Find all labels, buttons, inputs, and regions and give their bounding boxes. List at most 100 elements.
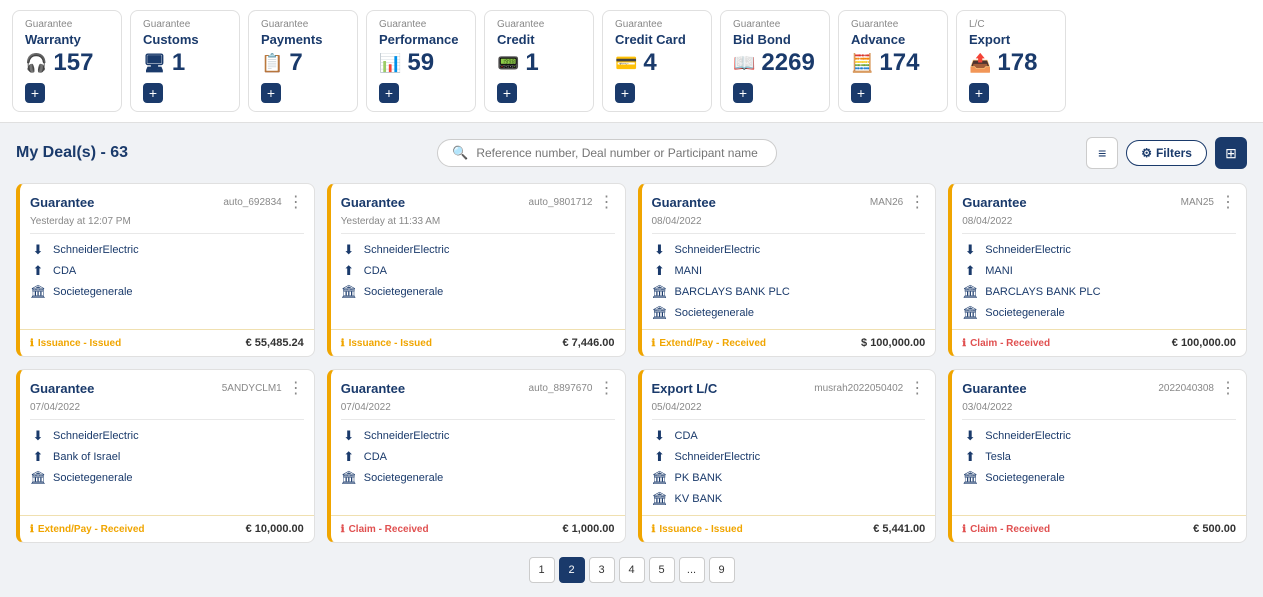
deal-options-button[interactable]: ⋮ bbox=[288, 378, 304, 398]
top-card-customs[interactable]: Guarantee Customs 🖥 1 + bbox=[130, 10, 240, 112]
add-card-button[interactable]: + bbox=[379, 83, 399, 103]
party-icon: ⬆ bbox=[962, 449, 978, 465]
party-row: 🏛 KV BANK bbox=[652, 491, 926, 507]
deal-options-button[interactable]: ⋮ bbox=[1220, 378, 1236, 398]
page-button-9[interactable]: 9 bbox=[709, 557, 735, 583]
top-card-export[interactable]: L/C Export 📤 178 + bbox=[956, 10, 1066, 112]
deal-status: ℹ Issuance - Issued bbox=[652, 524, 743, 535]
status-label: Issuance - Issued bbox=[349, 338, 432, 349]
add-card-button[interactable]: + bbox=[261, 83, 281, 103]
add-card-button[interactable]: + bbox=[733, 83, 753, 103]
party-name: SchneiderElectric bbox=[364, 244, 450, 256]
top-card-performance[interactable]: Guarantee Performance 📊 59 + bbox=[366, 10, 476, 112]
filters-button[interactable]: ⚙ Filters bbox=[1126, 140, 1207, 166]
add-card-button[interactable]: + bbox=[851, 83, 871, 103]
deal-card[interactable]: Guarantee auto_9801712 ⋮ Yesterday at 11… bbox=[327, 183, 626, 357]
top-card-advance[interactable]: Guarantee Advance 🧮 174 + bbox=[838, 10, 948, 112]
deal-options-button[interactable]: ⋮ bbox=[909, 378, 925, 398]
card-category-label: L/C bbox=[969, 19, 985, 30]
party-icon: 🏛 bbox=[341, 284, 357, 300]
card-icon: 📤 bbox=[969, 53, 991, 74]
card-title-label: Credit Card bbox=[615, 32, 686, 47]
deal-footer: ℹ Issuance - Issued € 5,441.00 bbox=[642, 515, 936, 542]
party-icon: ⬇ bbox=[962, 242, 978, 258]
top-card-bid-bond[interactable]: Guarantee Bid Bond 📖 2269 + bbox=[720, 10, 830, 112]
card-icon: 📋 bbox=[261, 53, 283, 74]
page-button-2[interactable]: 2 bbox=[559, 557, 585, 583]
deal-amount: € 1,000.00 bbox=[563, 523, 615, 535]
page-button-5[interactable]: 5 bbox=[649, 557, 675, 583]
party-row: ⬇ SchneiderElectric bbox=[962, 428, 1236, 444]
deal-card-header: Export L/C musrah2022050402 ⋮ bbox=[642, 370, 936, 402]
deal-options-button[interactable]: ⋮ bbox=[599, 192, 615, 212]
card-number: 4 bbox=[643, 49, 656, 77]
deal-parties: ⬇ SchneiderElectric ⬆ MANI 🏛 BARCLAYS BA… bbox=[952, 234, 1246, 329]
top-card-credit-card[interactable]: Guarantee Credit Card 💳 4 + bbox=[602, 10, 712, 112]
deal-card-header: Guarantee MAN26 ⋮ bbox=[642, 184, 936, 216]
pagination: 12345...9 bbox=[16, 557, 1247, 583]
deal-status: ℹ Extend/Pay - Received bbox=[652, 338, 767, 349]
list-view-button[interactable]: ≡ bbox=[1086, 137, 1118, 169]
deal-options-button[interactable]: ⋮ bbox=[909, 192, 925, 212]
deals-grid: Guarantee auto_692834 ⋮ Yesterday at 12:… bbox=[16, 183, 1247, 543]
add-card-button[interactable]: + bbox=[25, 83, 45, 103]
deal-amount: € 5,441.00 bbox=[873, 523, 925, 535]
party-name: CDA bbox=[364, 265, 387, 277]
grid-view-button[interactable]: ⊞ bbox=[1215, 137, 1247, 169]
party-row: 🏛 PK BANK bbox=[652, 470, 926, 486]
card-count: 📖 2269 bbox=[733, 49, 815, 77]
card-title-label: Performance bbox=[379, 32, 458, 47]
party-row: 🏛 Societegenerale bbox=[341, 470, 615, 486]
party-icon: 🏛 bbox=[962, 470, 978, 486]
party-row: ⬆ Bank of Israel bbox=[30, 449, 304, 465]
deal-options-button[interactable]: ⋮ bbox=[288, 192, 304, 212]
party-name: Societegenerale bbox=[675, 307, 755, 319]
party-icon: ⬆ bbox=[30, 263, 46, 279]
top-card-credit[interactable]: Guarantee Credit 📟 1 + bbox=[484, 10, 594, 112]
deal-type-label: Guarantee bbox=[341, 381, 405, 396]
search-input[interactable] bbox=[476, 146, 762, 160]
deal-card[interactable]: Guarantee 5ANDYCLM1 ⋮ 07/04/2022 ⬇ Schne… bbox=[16, 369, 315, 543]
top-card-payments[interactable]: Guarantee Payments 📋 7 + bbox=[248, 10, 358, 112]
party-name: SchneiderElectric bbox=[985, 244, 1071, 256]
card-number: 157 bbox=[53, 49, 93, 77]
deal-card[interactable]: Guarantee MAN26 ⋮ 08/04/2022 ⬇ Schneider… bbox=[638, 183, 937, 357]
add-card-button[interactable]: + bbox=[615, 83, 635, 103]
deal-date: Yesterday at 11:33 AM bbox=[331, 216, 625, 233]
deal-card[interactable]: Export L/C musrah2022050402 ⋮ 05/04/2022… bbox=[638, 369, 937, 543]
deal-options-button[interactable]: ⋮ bbox=[599, 378, 615, 398]
add-card-button[interactable]: + bbox=[969, 83, 989, 103]
party-icon: ⬇ bbox=[30, 242, 46, 258]
party-row: 🏛 BARCLAYS BANK PLC bbox=[962, 284, 1236, 300]
page-button-...[interactable]: ... bbox=[679, 557, 705, 583]
deal-card[interactable]: Guarantee auto_8897670 ⋮ 07/04/2022 ⬇ Sc… bbox=[327, 369, 626, 543]
party-icon: ⬇ bbox=[341, 428, 357, 444]
deal-id: MAN25 bbox=[1181, 197, 1214, 208]
status-icon: ℹ bbox=[341, 524, 345, 535]
top-card-warranty[interactable]: Guarantee Warranty 🎧 157 + bbox=[12, 10, 122, 112]
deal-card[interactable]: Guarantee MAN25 ⋮ 08/04/2022 ⬇ Schneider… bbox=[948, 183, 1247, 357]
deal-card[interactable]: Guarantee 2022040308 ⋮ 03/04/2022 ⬇ Schn… bbox=[948, 369, 1247, 543]
party-name: Societegenerale bbox=[53, 286, 133, 298]
page-button-3[interactable]: 3 bbox=[589, 557, 615, 583]
card-category-label: Guarantee bbox=[25, 19, 72, 30]
party-row: ⬇ SchneiderElectric bbox=[341, 242, 615, 258]
deal-card[interactable]: Guarantee auto_692834 ⋮ Yesterday at 12:… bbox=[16, 183, 315, 357]
page-button-1[interactable]: 1 bbox=[529, 557, 555, 583]
deal-type-label: Guarantee bbox=[962, 195, 1026, 210]
party-name: MANI bbox=[985, 265, 1013, 277]
deal-parties: ⬇ SchneiderElectric ⬆ MANI 🏛 BARCLAYS BA… bbox=[642, 234, 936, 329]
add-card-button[interactable]: + bbox=[497, 83, 517, 103]
deal-id: auto_9801712 bbox=[529, 197, 593, 208]
deal-options-button[interactable]: ⋮ bbox=[1220, 192, 1236, 212]
page-button-4[interactable]: 4 bbox=[619, 557, 645, 583]
add-card-button[interactable]: + bbox=[143, 83, 163, 103]
deal-status: ℹ Claim - Received bbox=[962, 338, 1050, 349]
card-number: 7 bbox=[289, 49, 302, 77]
party-row: ⬆ Tesla bbox=[962, 449, 1236, 465]
card-icon: 🎧 bbox=[25, 53, 47, 74]
deal-meta: MAN25 ⋮ bbox=[1181, 192, 1236, 212]
party-row: ⬆ CDA bbox=[30, 263, 304, 279]
party-icon: 🏛 bbox=[30, 284, 46, 300]
filter-icon: ⚙ bbox=[1141, 146, 1152, 160]
